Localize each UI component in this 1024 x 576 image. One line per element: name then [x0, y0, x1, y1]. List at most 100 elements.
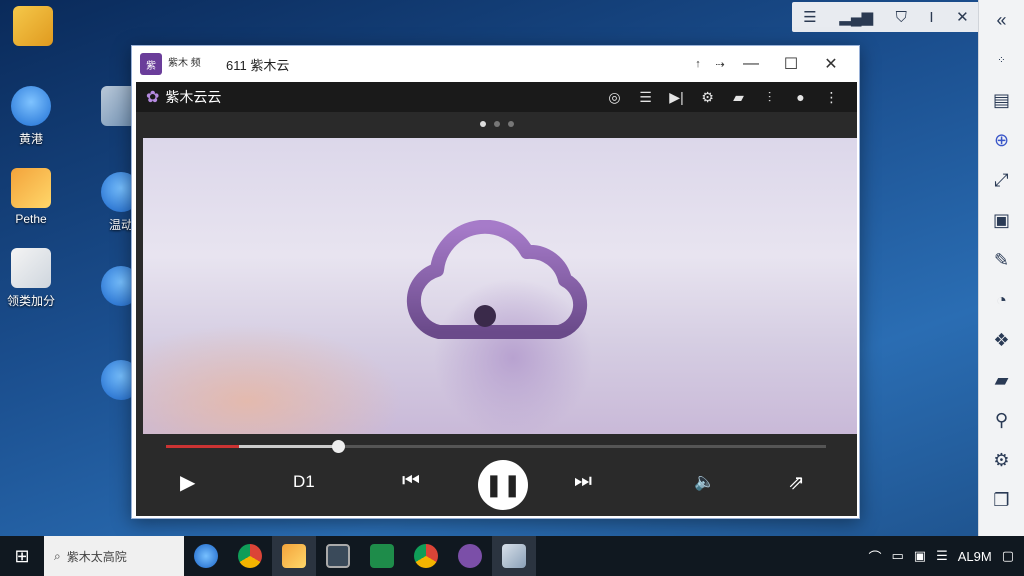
terminal-icon: [370, 544, 394, 568]
buffered-bar: [238, 445, 338, 448]
chrome-icon: [238, 544, 262, 568]
files-icon: [282, 544, 306, 568]
taskbar-app[interactable]: [360, 536, 404, 576]
close-button[interactable]: ✕: [811, 54, 851, 74]
taskbar: ⊞ ⌕ 紫木太高院 ⌒ ▭ ▣ ☰ AL9M ▢: [0, 536, 1024, 576]
carousel-dot[interactable]: [507, 121, 514, 127]
mini-toolbar: ☰ ▂▄▆ ⛉ I ✕: [792, 2, 980, 32]
desktop-icon-doc[interactable]: 领类加分: [0, 248, 62, 309]
taskbar-app[interactable]: [492, 536, 536, 576]
folder-icon: [13, 6, 53, 46]
network-icon[interactable]: ⌒: [868, 547, 881, 566]
player-brand: ✿ 紫木云云: [146, 87, 599, 107]
video-off-icon[interactable]: ▰: [723, 89, 754, 106]
signal-icon[interactable]: ▂▄▆: [839, 8, 873, 26]
edit-icon[interactable]: ✎: [979, 240, 1024, 280]
maximize-button[interactable]: ☐: [771, 54, 811, 74]
document-icon: [11, 248, 51, 288]
location-icon[interactable]: ⚲: [979, 400, 1024, 440]
desktop-icon-label: 领类加分: [6, 294, 55, 308]
playback-controls: ▶ D1 ⏮ ❚❚ ⏭ 🔈 ⇗: [136, 460, 857, 512]
taskbar-app[interactable]: [184, 536, 228, 576]
taskbar-app[interactable]: [404, 536, 448, 576]
taskbar-app[interactable]: [228, 536, 272, 576]
app-store-icon: [194, 544, 218, 568]
taskbar-app[interactable]: [316, 536, 360, 576]
app-logo-icon: 紫: [140, 53, 162, 75]
player-brand-label: 紫木云云: [165, 89, 222, 105]
window-title: 611 紫木云: [226, 57, 290, 73]
search-text: 紫木太高院: [66, 549, 127, 564]
wifi-icon[interactable]: ☰: [936, 548, 948, 564]
list-icon[interactable]: ☰: [803, 8, 816, 26]
badge-icon[interactable]: ❖: [979, 320, 1024, 360]
bag-icon: [502, 544, 526, 568]
next-frame-icon[interactable]: ▶|: [661, 89, 692, 106]
speed-button[interactable]: D1: [293, 472, 315, 492]
brand-logo-icon: ✿: [146, 89, 160, 106]
notification-icon[interactable]: ▢: [1002, 548, 1014, 564]
target-icon[interactable]: ◎: [599, 89, 630, 106]
bell-icon[interactable]: ◔: [979, 280, 1024, 320]
video-scene: [143, 324, 403, 434]
chat-icon[interactable]: ▰: [979, 360, 1024, 400]
snap-icon[interactable]: ⇢: [709, 58, 731, 71]
video-player: ✿ 紫木云云 ◎ ☰ ▶| ⚙ ▰ ⫶ ● ⋮ ▶ D1 ⏮ ❚❚ ⏭ 🔈 ⇗: [136, 82, 857, 516]
app-logo-text: 紫木 频: [168, 58, 201, 69]
taskbar-app[interactable]: [272, 536, 316, 576]
dots-icon[interactable]: ⁘: [979, 40, 1024, 80]
expand-icon[interactable]: ⤢: [979, 160, 1024, 200]
app-store-icon: [11, 86, 51, 126]
gear-icon[interactable]: ⚙: [692, 89, 723, 106]
minimize-button[interactable]: —: [731, 55, 771, 73]
desktop-icon-store[interactable]: 黄港: [0, 86, 62, 147]
carousel-dots: [136, 112, 857, 136]
window-icon[interactable]: ❐: [979, 480, 1024, 520]
info-icon[interactable]: ●: [785, 89, 816, 105]
desktop-icon-files[interactable]: Pethe: [0, 168, 62, 226]
title-bar[interactable]: 紫 紫木 频 611 紫木云 ↑ ⇢ — ☐ ✕: [132, 46, 859, 82]
search-box[interactable]: ⌕ 紫木太高院: [44, 536, 184, 576]
video-frame[interactable]: [143, 138, 857, 434]
player-toolbar: ✿ 紫木云云 ◎ ☰ ▶| ⚙ ▰ ⫶ ● ⋮: [136, 82, 857, 112]
files-icon: [11, 168, 51, 208]
start-button[interactable]: ⊞: [0, 536, 44, 576]
progress-bar[interactable]: [166, 440, 826, 453]
menu-icon[interactable]: ☰: [630, 89, 661, 106]
book-icon[interactable]: ▤: [979, 80, 1024, 120]
compass-icon[interactable]: ⊕: [979, 120, 1024, 160]
desktop-icon-label: Pethe: [15, 212, 47, 226]
more-icon[interactable]: ⋮: [816, 89, 847, 106]
settings-icon[interactable]: ⚙: [979, 440, 1024, 480]
monitor-icon: [326, 544, 350, 568]
clipboard-icon[interactable]: ▣: [979, 200, 1024, 240]
collapse-icon[interactable]: «: [979, 0, 1024, 40]
desktop-icon-label: 黄港: [18, 132, 43, 146]
close-icon[interactable]: ✕: [956, 8, 969, 26]
carousel-dot[interactable]: [479, 121, 486, 127]
equalizer-icon[interactable]: ⫶: [754, 89, 785, 106]
desktop-icon-label: 温动: [108, 218, 133, 232]
carousel-dot[interactable]: [493, 121, 500, 127]
shield-icon[interactable]: ⛉: [896, 9, 907, 26]
next-button[interactable]: ⏭: [574, 470, 592, 493]
play-icon[interactable]: ▶: [180, 470, 195, 495]
share-icon[interactable]: ⇗: [788, 470, 805, 495]
zimu-icon: [458, 544, 482, 568]
taskbar-app[interactable]: [448, 536, 492, 576]
search-icon: ⌕: [54, 548, 61, 563]
progress-knob[interactable]: [331, 440, 345, 453]
text-cursor-icon[interactable]: I: [929, 9, 933, 26]
pin-icon[interactable]: ↑: [687, 58, 709, 70]
volume-icon[interactable]: 🔈: [694, 472, 715, 492]
app-window: 紫 紫木 频 611 紫木云 ↑ ⇢ — ☐ ✕ ✿ 紫木云云 ◎ ☰ ▶| ⚙…: [131, 45, 860, 519]
cloud-logo-icon: [406, 220, 588, 339]
pause-button[interactable]: ❚❚: [478, 460, 528, 510]
monitor-icon[interactable]: ▣: [914, 548, 926, 564]
desktop-icon-folder[interactable]: [2, 6, 64, 50]
played-bar: [166, 445, 239, 448]
battery-icon[interactable]: ▭: [891, 548, 903, 564]
clock[interactable]: AL9M: [958, 549, 992, 564]
system-tray: ⌒ ▭ ▣ ☰ AL9M ▢: [868, 536, 1014, 576]
previous-button[interactable]: ⏮: [402, 470, 420, 493]
